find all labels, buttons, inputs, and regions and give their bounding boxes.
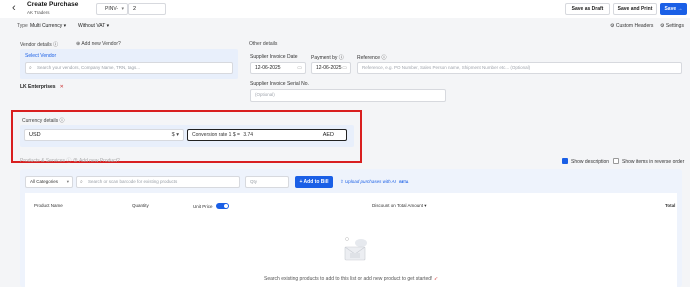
quantity-input[interactable]: Qty [245, 176, 289, 188]
close-icon[interactable]: ✕ [60, 84, 64, 90]
invoice-prefix-value: PINV- [105, 6, 119, 12]
category-value: All Categories [30, 179, 59, 184]
info-icon: ⓘ [66, 158, 72, 164]
highlight-box [11, 110, 362, 163]
add-to-bill-button[interactable]: + Add to Bill [295, 176, 333, 188]
serial-input[interactable]: (Optional) [250, 89, 446, 102]
invoice-date-input[interactable]: 12-06-2025 ▭ [250, 62, 306, 74]
checkbox-checked-icon[interactable] [562, 158, 568, 164]
back-arrow-icon[interactable]: ‹ [12, 2, 22, 14]
empty-state-message: Search existing products to add to this … [25, 276, 677, 282]
col-quantity: Quantity [132, 203, 149, 208]
reference-text: Reference [357, 55, 381, 61]
add-vendor-label: Add new Vendor? [81, 41, 121, 47]
reference-label: Reference ⓘ [357, 54, 386, 61]
add-vendor-link[interactable]: ⊕ Add new Vendor? [76, 41, 121, 47]
calendar-icon: ▭ [342, 65, 347, 71]
add-product-link[interactable]: Add new Product? [79, 158, 120, 164]
product-search-input[interactable]: ⌕ Search or scan barcode for existing pr… [76, 176, 240, 188]
settings-label: Settings [665, 23, 684, 29]
save-button[interactable]: Save → [660, 3, 687, 15]
category-select[interactable]: All Categories ▾ [25, 176, 73, 188]
chevron-down-icon: ▾ [106, 23, 110, 29]
chevron-down-icon: ▾ [121, 6, 124, 12]
empty-state-text: Search existing products to add to this … [263, 276, 433, 282]
products-card: All Categories ▾ ⌕ Search or scan barcod… [20, 169, 682, 287]
reverse-order-label: Show items in reverse order [622, 159, 685, 165]
reference-input[interactable]: Reference, e.g. PO Number, Sales Person … [357, 62, 682, 74]
vat-select[interactable]: Without VAT ▾ [78, 23, 109, 29]
upload-label: Upload purchases with AI [345, 179, 396, 184]
tax-toggle[interactable] [215, 203, 229, 209]
col-total-amount-label: Total Amount [396, 203, 423, 208]
invoice-date-value: 12-06-2025 [255, 65, 281, 71]
invoice-date-label: Supplier Invoice Date [250, 54, 298, 60]
info-icon: ⓘ [338, 55, 344, 61]
page-title: Create Purchase [27, 1, 79, 8]
serial-label: Supplier Invoice Serial No. [250, 81, 309, 87]
gear-icon: ⚙ [660, 23, 665, 29]
custom-headers-label: Custom Headers [615, 23, 654, 29]
vat-value: Without VAT [78, 23, 106, 29]
payment-by-label: Payment by ⓘ [311, 54, 344, 61]
create-purchase-page: ‹ Create Purchase AK Traders PINV- ▾ 2 S… [0, 0, 690, 287]
checkbox-icon[interactable] [613, 158, 619, 164]
reverse-order-option[interactable]: Show items in reverse order [613, 158, 684, 165]
top-bar: ‹ Create Purchase AK Traders PINV- ▾ 2 S… [0, 0, 690, 18]
beta-badge: BETA [399, 180, 409, 184]
options-row: Type Multi Currency ▾ Without VAT ▾ ⚙ Cu… [0, 19, 690, 34]
col-unit-price: Unit Price [193, 203, 229, 209]
vendor-section-title: Vendor details [20, 42, 52, 48]
add-icon: ⊕ [76, 41, 81, 47]
payment-by-input[interactable]: 12-06-2025 ▭ [311, 62, 351, 74]
vendor-card: Select Vendor ⌕ Search your vendors, Com… [20, 49, 238, 79]
vendor-section-label: Vendor details ⓘ [20, 41, 58, 48]
chevron-down-icon: ▾ [63, 23, 67, 29]
calendar-icon: ▭ [297, 65, 302, 71]
col-total: Total [665, 203, 676, 208]
upload-ai-link[interactable]: ⇪ Upload purchases with AI BETA [340, 179, 408, 185]
select-vendor-label: Select Vendor [25, 53, 57, 59]
payment-by-value: 12-06-2025 [316, 65, 342, 71]
chevron-down-icon: ▾ [424, 203, 427, 208]
invoice-prefix-select[interactable]: PINV- ▾ [96, 3, 128, 15]
show-description-label: Show description [571, 159, 610, 165]
company-name: AK Traders [27, 10, 50, 15]
chevron-down-icon: ▾ [66, 179, 69, 184]
save-print-button[interactable]: Save and Print [613, 3, 657, 15]
show-description-option[interactable]: Show description [562, 158, 609, 165]
vendor-search-placeholder: Search your vendors, Company Name, TRN, … [37, 65, 140, 70]
save-draft-button[interactable]: Save as Draft [565, 3, 610, 15]
gear-icon: ⚙ [610, 23, 615, 29]
products-section-title: Products & Services [20, 158, 66, 164]
info-icon: ⓘ [381, 55, 387, 61]
arrow-right-icon: → [677, 6, 683, 12]
search-icon: ⌕ [29, 65, 32, 71]
type-select[interactable]: Multi Currency ▾ [30, 23, 66, 29]
product-search-placeholder: Search or scan barcode for existing prod… [88, 179, 178, 184]
invoice-number-input[interactable]: 2 [128, 3, 166, 15]
save-button-label: Save [664, 6, 677, 12]
other-section-label: Other details [249, 41, 278, 47]
type-label: Type [17, 23, 28, 29]
payment-by-text: Payment by [311, 55, 338, 61]
selected-vendor-chip[interactable]: LK Enterprises ✕ [20, 84, 64, 90]
info-icon: ⓘ [53, 42, 59, 48]
col-product-name: Product Name [34, 203, 63, 208]
vendor-search-input[interactable]: ⌕ Search your vendors, Company Name, TRN… [25, 62, 233, 74]
empty-state-illustration-icon [344, 237, 367, 261]
upload-icon: ⇪ [340, 179, 344, 184]
search-icon: ⌕ [80, 179, 83, 185]
selected-vendor: LK Enterprises [20, 84, 56, 90]
products-table: Product Name Quantity Unit Price Discoun… [25, 193, 677, 287]
custom-headers-link[interactable]: ⚙ Custom Headers [610, 23, 653, 29]
col-unit-price-label: Unit Price [193, 204, 213, 209]
col-discount: Discount on Total Amount ▾ [372, 203, 426, 209]
products-section-label: Products & Services ⓘ ⊕ Add new Product? [20, 157, 120, 164]
settings-link[interactable]: ⚙ Settings [660, 23, 684, 29]
rocket-icon: ➶ [433, 276, 439, 282]
type-value: Multi Currency [30, 23, 63, 29]
add-icon: ⊕ [72, 158, 78, 164]
col-discount-label: Discount on [372, 203, 396, 208]
